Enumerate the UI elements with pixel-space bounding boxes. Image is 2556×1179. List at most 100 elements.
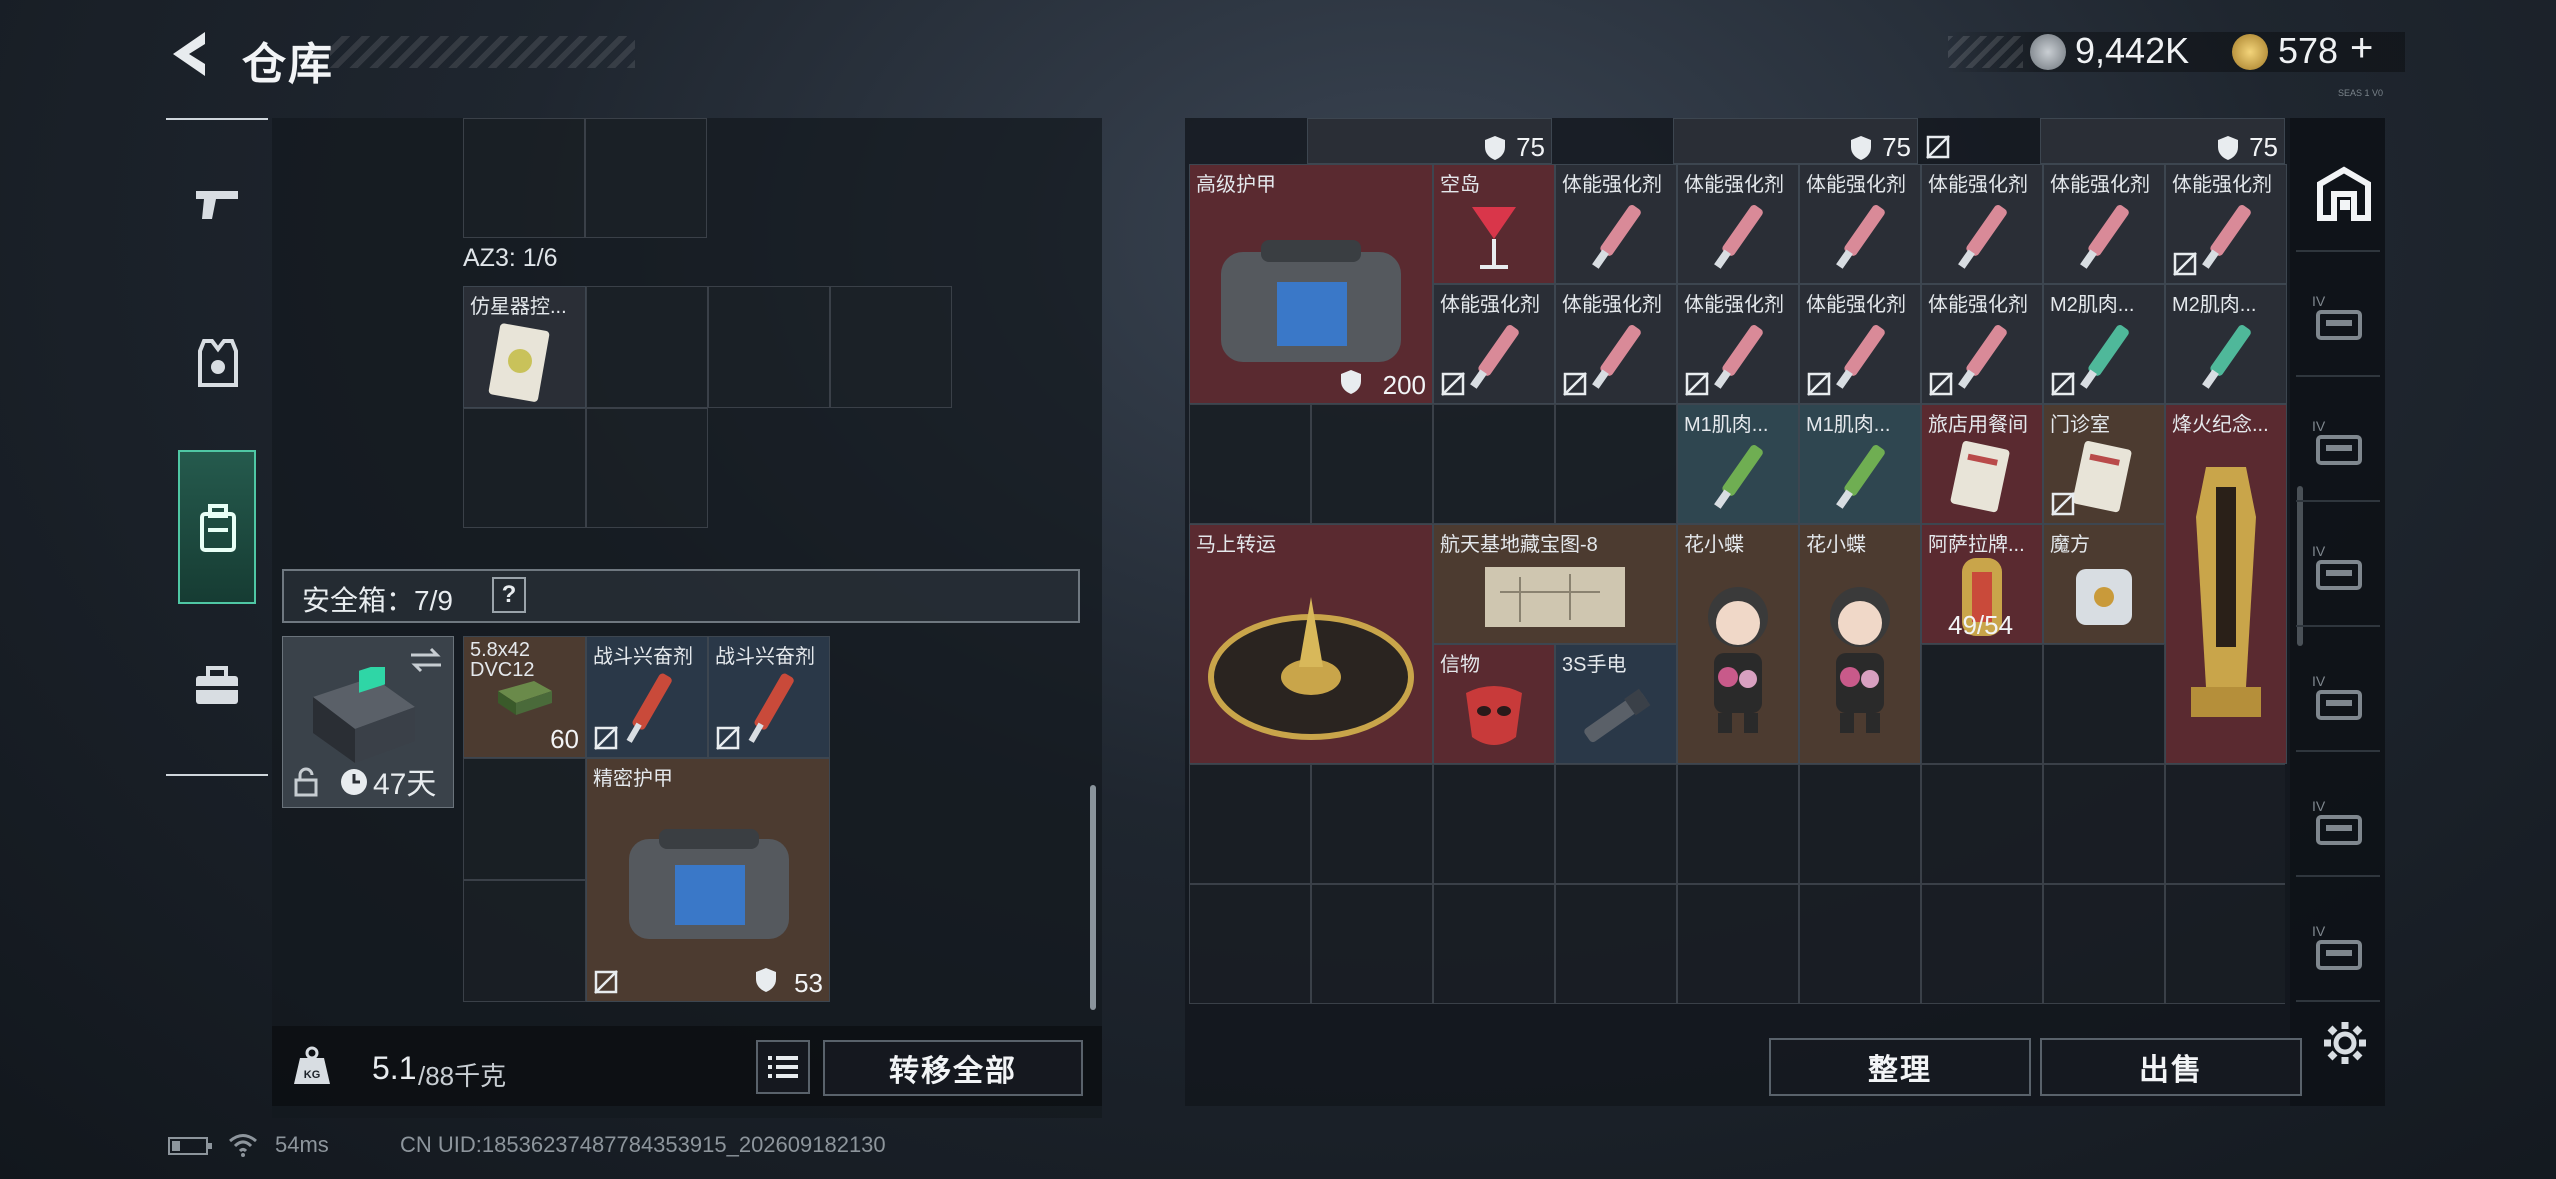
sell-button[interactable]: 出售 bbox=[2040, 1038, 2302, 1096]
item-s9[interactable]: 体能强化剂 bbox=[1677, 284, 1799, 404]
item-m2a[interactable]: M2肌肉... bbox=[2043, 284, 2165, 404]
item-mofang[interactable]: 魔方 bbox=[2043, 524, 2165, 644]
item-s2[interactable]: 体能强化剂 bbox=[1677, 164, 1799, 284]
grid-cell[interactable] bbox=[1433, 764, 1555, 884]
safe-box-slot[interactable]: 47天 bbox=[282, 636, 454, 808]
item-hotel[interactable]: 旅店用餐间 bbox=[1921, 404, 2043, 524]
category-tab[interactable]: IV bbox=[2308, 415, 2368, 475]
item-partial-top[interactable]: 75 bbox=[1673, 118, 1918, 164]
grid-cell[interactable] bbox=[1555, 404, 1677, 524]
item-partial-top[interactable]: 75 bbox=[2040, 118, 2285, 164]
item-m2b[interactable]: M2肌肉... bbox=[2165, 284, 2287, 404]
add-currency-button[interactable]: + bbox=[2350, 26, 2373, 71]
item-fire[interactable]: 烽火纪念... bbox=[2165, 404, 2287, 764]
tab-weapons[interactable] bbox=[168, 150, 266, 270]
no-insure-icon bbox=[1441, 372, 1465, 396]
grid-cell[interactable] bbox=[1677, 764, 1799, 884]
grid-cell[interactable] bbox=[830, 286, 952, 408]
grid-cell[interactable] bbox=[1921, 764, 2043, 884]
item-s6[interactable]: 体能强化剂 bbox=[2165, 164, 2287, 284]
grid-cell[interactable] bbox=[463, 880, 586, 1002]
item-3s[interactable]: 3S手电 bbox=[1555, 644, 1677, 764]
sort-button[interactable]: 整理 bbox=[1769, 1038, 2031, 1096]
list-view-button[interactable] bbox=[756, 1040, 810, 1094]
item-flower2[interactable]: 花小蝶 bbox=[1799, 524, 1921, 764]
tab-gear[interactable] bbox=[168, 305, 266, 425]
grid-cell[interactable] bbox=[1921, 644, 2043, 764]
item-kongdao[interactable]: 空岛 bbox=[1433, 164, 1555, 284]
vest-icon bbox=[198, 339, 238, 387]
grid-cell[interactable] bbox=[1921, 884, 2043, 1004]
item-stellarator[interactable]: 仿星器控... bbox=[463, 286, 586, 408]
grid-cell[interactable] bbox=[1311, 884, 1433, 1004]
grid-cell[interactable] bbox=[2043, 764, 2165, 884]
item-precision-armor[interactable]: 精密护甲 53 bbox=[586, 758, 830, 1002]
grid-cell[interactable] bbox=[1433, 404, 1555, 524]
grid-cell[interactable] bbox=[2165, 884, 2285, 1004]
category-tab[interactable]: IV bbox=[2308, 670, 2368, 730]
grid-cell[interactable] bbox=[2043, 644, 2165, 764]
silver-coin-icon bbox=[2030, 34, 2066, 70]
category-tab[interactable]: IV bbox=[2308, 795, 2368, 855]
item-clinic[interactable]: 门诊室 bbox=[2043, 404, 2165, 524]
left-scrollbar[interactable] bbox=[1090, 785, 1096, 1010]
item-s7[interactable]: 体能强化剂 bbox=[1433, 284, 1555, 404]
grid-cell[interactable] bbox=[585, 118, 707, 238]
item-label: 战斗兴奋剂 bbox=[593, 646, 693, 668]
item-asala[interactable]: 阿萨拉牌... 49/54 bbox=[1921, 524, 2043, 644]
tab-containers[interactable] bbox=[178, 450, 256, 604]
item-combat-stim[interactable]: 战斗兴奋剂 bbox=[708, 636, 830, 758]
item-durability: 75 bbox=[2249, 132, 2278, 162]
grid-cell[interactable] bbox=[586, 408, 708, 528]
grid-cell[interactable] bbox=[1189, 884, 1311, 1004]
grid-cell[interactable] bbox=[1189, 764, 1311, 884]
grid-cell[interactable] bbox=[1555, 764, 1677, 884]
item-map[interactable]: 航天基地藏宝图-8 bbox=[1433, 524, 1677, 644]
transfer-all-button[interactable]: 转移全部 bbox=[823, 1040, 1083, 1096]
svg-text:KG: KG bbox=[304, 1069, 321, 1081]
item-s8[interactable]: 体能强化剂 bbox=[1555, 284, 1677, 404]
grid-cell[interactable] bbox=[463, 408, 586, 528]
item-m1b[interactable]: M1肌肉... bbox=[1799, 404, 1921, 524]
safe-box-days: 47天 bbox=[373, 768, 437, 801]
grid-cell[interactable] bbox=[2165, 764, 2285, 884]
item-s11[interactable]: 体能强化剂 bbox=[1921, 284, 2043, 404]
item-flower1[interactable]: 花小蝶 bbox=[1677, 524, 1799, 764]
grid-cell[interactable] bbox=[2043, 884, 2165, 1004]
grid-cell[interactable] bbox=[1311, 404, 1433, 524]
grid-cell[interactable] bbox=[586, 286, 708, 408]
syringe-icon bbox=[1714, 205, 1763, 269]
item-armor[interactable]: 高级护甲 200 bbox=[1189, 164, 1433, 404]
category-tab[interactable]: IV bbox=[2308, 920, 2368, 980]
item-xinwu[interactable]: 信物 bbox=[1433, 644, 1555, 764]
category-tab[interactable]: IV bbox=[2308, 290, 2368, 350]
item-ammo-58x42[interactable]: 5.8x42 DVC12 60 bbox=[463, 636, 586, 758]
shield-icon bbox=[1851, 136, 1871, 160]
backpack-icon bbox=[200, 504, 236, 552]
grid-cell[interactable] bbox=[1311, 764, 1433, 884]
grid-cell[interactable] bbox=[463, 758, 586, 880]
item-s1[interactable]: 体能强化剂 bbox=[1555, 164, 1677, 284]
back-arrow-icon[interactable] bbox=[165, 26, 215, 82]
syringe-icon bbox=[2080, 205, 2129, 269]
tab-supplies[interactable] bbox=[168, 630, 266, 750]
item-mashang[interactable]: 马上转运 bbox=[1189, 524, 1433, 764]
category-tab[interactable]: IV bbox=[2308, 540, 2368, 600]
grid-cell[interactable] bbox=[1799, 884, 1921, 1004]
grid-cell[interactable] bbox=[1433, 884, 1555, 1004]
grid-cell[interactable] bbox=[708, 286, 830, 408]
item-label: 战斗兴奋剂 bbox=[715, 646, 815, 668]
grid-cell[interactable] bbox=[1189, 404, 1311, 524]
help-button[interactable]: ? bbox=[492, 577, 526, 613]
item-combat-stim[interactable]: 战斗兴奋剂 bbox=[586, 636, 708, 758]
grid-cell[interactable] bbox=[1677, 884, 1799, 1004]
item-s5[interactable]: 体能强化剂 bbox=[2043, 164, 2165, 284]
item-s3[interactable]: 体能强化剂 bbox=[1799, 164, 1921, 284]
grid-cell[interactable] bbox=[1555, 884, 1677, 1004]
grid-cell[interactable] bbox=[463, 118, 585, 238]
item-s4[interactable]: 体能强化剂 bbox=[1921, 164, 2043, 284]
item-s10[interactable]: 体能强化剂 bbox=[1799, 284, 1921, 404]
grid-cell[interactable] bbox=[1799, 764, 1921, 884]
item-partial-top[interactable]: 75 bbox=[1307, 118, 1552, 164]
item-m1a[interactable]: M1肌肉... bbox=[1677, 404, 1799, 524]
